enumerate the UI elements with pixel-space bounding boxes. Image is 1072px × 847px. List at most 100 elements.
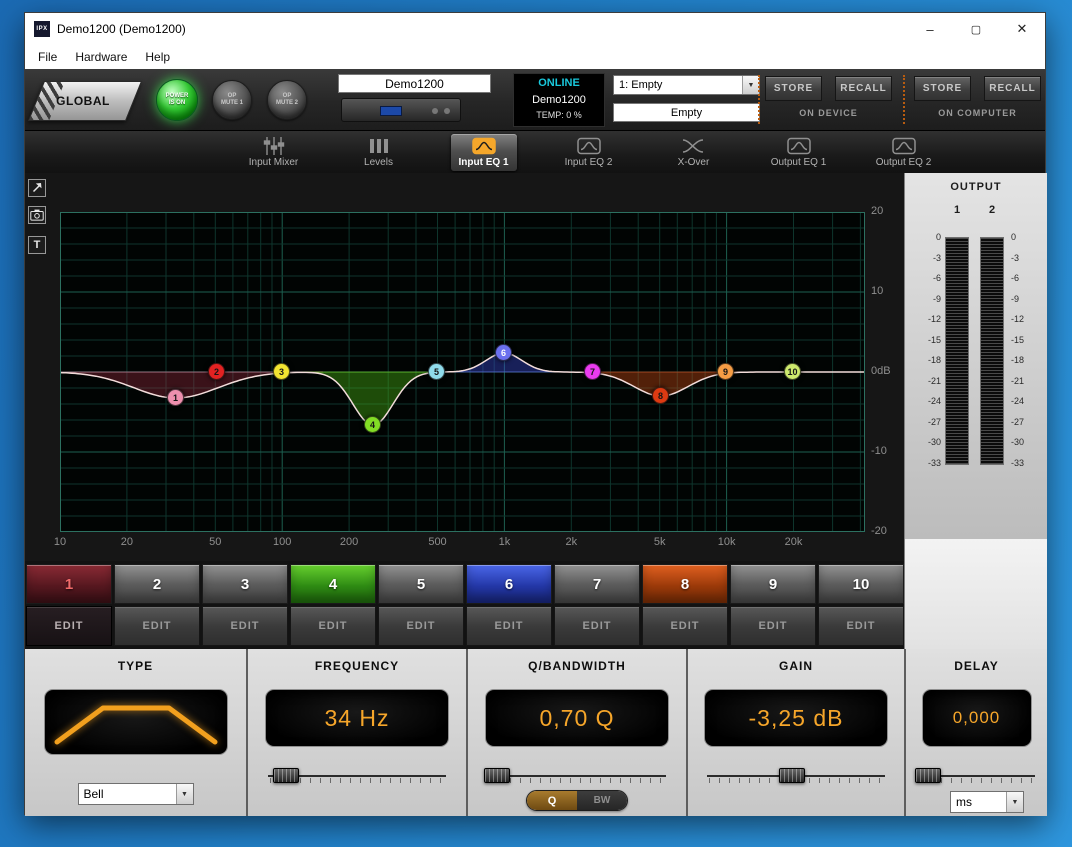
connection-status-panel: ONLINE Demo1200 TEMP: 0 %: [513, 73, 605, 127]
meter-scale-value: -3: [913, 253, 941, 263]
delay-unit-value: ms: [951, 792, 1006, 812]
tab-label: Output EQ 1: [771, 157, 827, 168]
band-button-1[interactable]: 1: [26, 564, 112, 604]
mixer-icon: [263, 136, 285, 156]
meter-scale-value: -24: [913, 396, 941, 406]
frequency-slider[interactable]: [268, 768, 446, 784]
menu-item-file[interactable]: File: [29, 45, 66, 69]
edit-button-5[interactable]: EDIT: [378, 606, 464, 646]
meter-scale-value: -18: [1011, 355, 1039, 365]
gain-panel: GAIN -3,25 dB: [686, 649, 904, 816]
gain-slider[interactable]: [707, 768, 885, 784]
tab-output-eq-2[interactable]: Output EQ 2: [851, 131, 956, 173]
eq-band-handle-3[interactable]: 3: [273, 363, 290, 380]
band-button-8[interactable]: 8: [642, 564, 728, 604]
menu-item-hardware[interactable]: Hardware: [66, 45, 136, 69]
eq-band-handle-7[interactable]: 7: [584, 363, 601, 380]
delay-slider[interactable]: [919, 768, 1035, 784]
edit-button-3[interactable]: EDIT: [202, 606, 288, 646]
tab-levels[interactable]: Levels: [326, 131, 431, 173]
meter-scale-value: -21: [913, 376, 941, 386]
type-label: TYPE: [25, 659, 246, 673]
minimize-button[interactable]: –: [907, 13, 953, 45]
meter-scale-value: -33: [1011, 458, 1039, 468]
preset-name-input[interactable]: [613, 103, 760, 122]
slider-grip[interactable]: [484, 768, 510, 783]
edit-button-4[interactable]: EDIT: [290, 606, 376, 646]
eq-icon: [472, 136, 496, 156]
band-button-2[interactable]: 2: [114, 564, 200, 604]
store-on-computer-button[interactable]: STORE: [914, 76, 971, 101]
band-button-6[interactable]: 6: [466, 564, 552, 604]
preset-select[interactable]: 1: Empty ▼: [613, 75, 760, 95]
meter-scale-value: -6: [1011, 273, 1039, 283]
meter-scale-value: 0: [913, 232, 941, 242]
eq-band-handle-4[interactable]: 4: [364, 416, 381, 433]
op-mute-2-button[interactable]: OP MUTE 2: [267, 80, 307, 120]
db-tick-label: 20: [871, 205, 883, 217]
power-button[interactable]: POWER IS ON: [156, 79, 198, 121]
eq-graph-area[interactable]: 1 2 3 4 5 6 7 8 9 10: [60, 212, 865, 532]
q-slider[interactable]: [488, 768, 666, 784]
maximize-button[interactable]: ▢: [953, 13, 999, 45]
edit-button-2[interactable]: EDIT: [114, 606, 200, 646]
delay-display: 0,000: [922, 689, 1032, 747]
edit-button-9[interactable]: EDIT: [730, 606, 816, 646]
meter-scale-value: -12: [913, 314, 941, 324]
store-on-device-button[interactable]: STORE: [765, 76, 822, 101]
resize-tool-button[interactable]: [28, 179, 46, 197]
tab-input-eq-1[interactable]: Input EQ 1: [431, 131, 536, 173]
menu-item-help[interactable]: Help: [136, 45, 179, 69]
eq-band-handle-9[interactable]: 9: [717, 363, 734, 380]
eq-band-handle-10[interactable]: 10: [784, 363, 801, 380]
eq-band-handle-1[interactable]: 1: [167, 389, 184, 406]
recall-on-device-button[interactable]: RECALL: [835, 76, 892, 101]
band-button-10[interactable]: 10: [818, 564, 904, 604]
on-computer-caption: ON COMPUTER: [914, 108, 1041, 118]
text-tool-button[interactable]: T: [28, 236, 46, 254]
edit-button-10[interactable]: EDIT: [818, 606, 904, 646]
freq-tick-label: 50: [209, 536, 221, 548]
op-mute-1-button[interactable]: OP MUTE 1: [212, 80, 252, 120]
q-toggle-button[interactable]: Q: [527, 791, 577, 810]
device-name-input[interactable]: [338, 74, 491, 93]
tab-input-mixer[interactable]: Input Mixer: [221, 131, 326, 173]
snapshot-tool-button[interactable]: [28, 206, 46, 224]
freq-tick-label: 500: [428, 536, 446, 548]
delay-unit-select[interactable]: ms ▼: [950, 791, 1024, 813]
tab-label: Output EQ 2: [876, 157, 932, 168]
meter-scale-value: 0: [1011, 232, 1039, 242]
tab-output-eq-1[interactable]: Output EQ 1: [746, 131, 851, 173]
status-device-name: Demo1200: [514, 92, 604, 108]
band-button-9[interactable]: 9: [730, 564, 816, 604]
edit-button-7[interactable]: EDIT: [554, 606, 640, 646]
bw-toggle-button[interactable]: BW: [577, 791, 627, 810]
chevron-down-icon: ▼: [1006, 792, 1023, 812]
meter-scale-value: -24: [1011, 396, 1039, 406]
slider-grip[interactable]: [915, 768, 941, 783]
close-button[interactable]: ✕: [999, 13, 1045, 45]
eq-band-handle-2[interactable]: 2: [208, 363, 225, 380]
edit-button-8[interactable]: EDIT: [642, 606, 728, 646]
eq-band-handle-8[interactable]: 8: [652, 387, 669, 404]
chevron-down-icon: ▼: [742, 76, 759, 94]
eq-band-handle-5[interactable]: 5: [428, 363, 445, 380]
edit-button-1[interactable]: EDIT: [26, 606, 112, 646]
eq-band-handle-6[interactable]: 6: [495, 344, 512, 361]
global-button[interactable]: GLOBAL: [27, 81, 125, 121]
tab-label: Input EQ 1: [459, 157, 509, 168]
slider-grip[interactable]: [779, 768, 805, 783]
type-select-value: Bell: [79, 784, 176, 804]
slider-grip[interactable]: [273, 768, 299, 783]
band-button-7[interactable]: 7: [554, 564, 640, 604]
recall-on-computer-button[interactable]: RECALL: [984, 76, 1041, 101]
band-button-4[interactable]: 4: [290, 564, 376, 604]
band-button-3[interactable]: 3: [202, 564, 288, 604]
output-meter-panel: OUTPUT 1 2 0-3-6-9-12-15-18-21-24-27-30-…: [904, 173, 1047, 539]
edit-button-6[interactable]: EDIT: [466, 606, 552, 646]
band-button-5[interactable]: 5: [378, 564, 464, 604]
tab-x-over[interactable]: X-Over: [641, 131, 746, 173]
tab-input-eq-2[interactable]: Input EQ 2: [536, 131, 641, 173]
type-select[interactable]: Bell ▼: [78, 783, 194, 805]
freq-tick-label: 2k: [565, 536, 577, 548]
